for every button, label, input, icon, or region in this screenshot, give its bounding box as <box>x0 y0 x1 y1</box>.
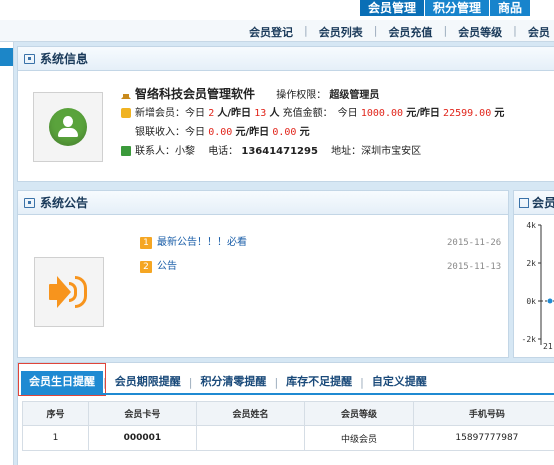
birthday-table: 序号 会员卡号 会员姓名 会员等级 手机号码 1 000001 中级会员 158… <box>21 401 554 451</box>
new-members-label: 新增会员：今日 <box>135 108 205 119</box>
top-nav-tabs: 会员管理 积分管理 商品 <box>360 0 531 16</box>
phone-label: 电话： <box>208 146 239 157</box>
tab-term-reminder[interactable]: 会员期限提醒 <box>107 371 189 393</box>
table-header-row: 序号 会员卡号 会员姓名 会员等级 手机号码 <box>21 401 554 426</box>
subnav-member-level[interactable]: 会员等级 <box>458 24 502 40</box>
speaker-image <box>34 257 104 327</box>
card-income-row: 银联收入：今日 0.00 元/昨日 0.00 元 <box>121 123 504 142</box>
subnav-separator: | <box>373 24 378 37</box>
system-info-details: 智络科技会员管理软件 操作权限： 超级管理员 新增会员：今日 2 人/昨日 13… <box>121 85 504 161</box>
active-tab-highlight <box>18 363 106 396</box>
member-chart-header: 会员 <box>514 191 554 215</box>
col-phone: 手机号码 <box>412 401 554 426</box>
chart-y-tick-label: 0k <box>526 297 536 306</box>
avatar <box>33 92 103 162</box>
address: 地址：深圳市宝安区 <box>331 146 422 157</box>
notice-link[interactable]: 公告 <box>157 261 177 272</box>
today-recharge: 1000.00 <box>360 108 404 119</box>
notice-date: 2015-11-26 <box>447 238 502 248</box>
yesterday-recharge: 22599.00 <box>443 108 492 119</box>
permission-label: 操作权限： <box>276 90 327 101</box>
recharge-label: 充值金额： 今日 <box>282 108 358 119</box>
subnav-member-register[interactable]: 会员登记 <box>249 24 293 40</box>
chart-icon <box>519 198 529 208</box>
phone-number: 13641471295 <box>241 146 318 157</box>
yesterday-label: 人/昨日 <box>217 108 252 119</box>
system-notice-title: 系统公告 <box>40 196 89 210</box>
card-unit: 元 <box>299 127 310 138</box>
system-info-panel: 系统信息 智络科技会员管理软件 操作权限： 超级管理员 新增会员：今日 2 人/… <box>17 46 554 182</box>
member-chart-panel: 会员 4k 2k 0k -2k 21 <box>513 190 554 358</box>
system-notice-header: 系统公告 <box>18 191 508 215</box>
system-notice-panel: 系统公告 1 最新公告！！！必看 2015-11-26 2 公告 2015-11… <box>17 190 509 358</box>
subnav-separator: | <box>513 24 517 37</box>
cell-name <box>195 425 306 451</box>
col-name: 会员姓名 <box>195 401 306 426</box>
subnav-separator: | <box>443 24 448 37</box>
subnav-member-more[interactable]: 会员 <box>528 24 550 40</box>
col-seq: 序号 <box>21 401 90 426</box>
yesterday-card-income: 0.00 <box>272 127 297 138</box>
coins-icon <box>121 108 131 118</box>
tab-low-stock-reminder[interactable]: 库存不足提醒 <box>278 371 360 393</box>
table-row[interactable]: 1 000001 中级会员 15897777987 <box>21 425 554 451</box>
reminder-panel: 会员生日提醒 | 会员期限提醒 | 积分清零提醒 | 库存不足提醒 | 自定义提… <box>17 362 554 465</box>
col-card-no: 会员卡号 <box>88 401 197 426</box>
notice-panel-icon <box>24 198 35 208</box>
tab-products[interactable]: 商品 <box>490 0 531 16</box>
notice-number: 2 <box>140 261 152 273</box>
tab-custom-reminder[interactable]: 自定义提醒 <box>364 371 435 393</box>
system-info-header: 系统信息 <box>18 47 554 71</box>
notice-date: 2015-11-13 <box>447 262 502 272</box>
info-panel-icon <box>24 54 35 64</box>
chart-y-tick-label: 4k <box>526 221 536 230</box>
subnav-separator: | <box>304 24 308 37</box>
recharge-mid-label: 元/昨日 <box>406 108 440 119</box>
subnav-member-recharge[interactable]: 会员充值 <box>388 24 432 40</box>
notice-number: 1 <box>140 237 152 249</box>
subnav-member-list[interactable]: 会员列表 <box>319 24 363 40</box>
contact-person: 联系人：小黎 <box>135 146 195 157</box>
col-level: 会员等级 <box>304 401 414 426</box>
cell-seq: 1 <box>21 425 90 451</box>
cell-level: 中级会员 <box>304 425 414 451</box>
tab-points-management[interactable]: 积分管理 <box>425 0 490 16</box>
people-unit: 人 <box>269 108 280 119</box>
contact-row: 联系人：小黎 电话： 13641471295 地址：深圳市宝安区 <box>121 142 504 161</box>
left-sidebar <box>0 42 14 465</box>
member-chart-title: 会员 <box>532 196 554 210</box>
sub-nav: 会员登记 | 会员列表 | 会员充值 | 会员等级 | 会员 <box>0 20 554 42</box>
chart-y-tick-label: -2k <box>522 335 537 344</box>
cell-card-no: 000001 <box>88 425 197 451</box>
system-info-title: 系统信息 <box>40 52 89 66</box>
chart-point <box>547 298 553 304</box>
tab-points-reset-reminder[interactable]: 积分清零提醒 <box>192 371 274 393</box>
top-nav: 会员管理 积分管理 商品 <box>0 0 554 20</box>
chart-y-tick-label: 2k <box>526 259 536 268</box>
user-avatar-icon <box>49 108 87 146</box>
tab-underline <box>21 393 554 395</box>
list-item[interactable]: 1 最新公告！！！必看 2015-11-26 <box>140 235 510 259</box>
new-members-row: 新增会员：今日 2 人/昨日 13 人 充值金额： 今日 1000.00 元/昨… <box>121 104 504 123</box>
sub-nav-items: 会员登记 | 会员列表 | 会员充值 | 会员等级 | 会员 <box>249 24 550 40</box>
today-new-members: 2 <box>208 108 215 119</box>
card-income-label: 银联收入：今日 <box>135 127 205 138</box>
company-row: 智络科技会员管理软件 操作权限： 超级管理员 <box>121 85 504 104</box>
recharge-unit: 元 <box>494 108 505 119</box>
notice-list: 1 最新公告！！！必看 2015-11-26 2 公告 2015-11-13 <box>140 235 510 283</box>
tab-member-management[interactable]: 会员管理 <box>360 0 425 16</box>
today-card-income: 0.00 <box>208 127 233 138</box>
company-name: 智络科技会员管理软件 <box>135 87 256 101</box>
cell-phone: 15897777987 <box>412 425 554 451</box>
card-mid-label: 元/昨日 <box>235 127 270 138</box>
notice-link[interactable]: 最新公告！！！必看 <box>157 237 247 248</box>
chart-x-tick-label: 21 <box>543 342 553 351</box>
member-chart: 4k 2k 0k -2k 21 <box>522 221 554 351</box>
list-item[interactable]: 2 公告 2015-11-13 <box>140 259 510 283</box>
sidebar-active-item[interactable] <box>0 48 13 66</box>
home-icon <box>121 89 131 99</box>
contact-icon <box>121 146 131 156</box>
yesterday-new-members: 13 <box>254 108 267 119</box>
permission-value: 超级管理员 <box>329 90 380 101</box>
